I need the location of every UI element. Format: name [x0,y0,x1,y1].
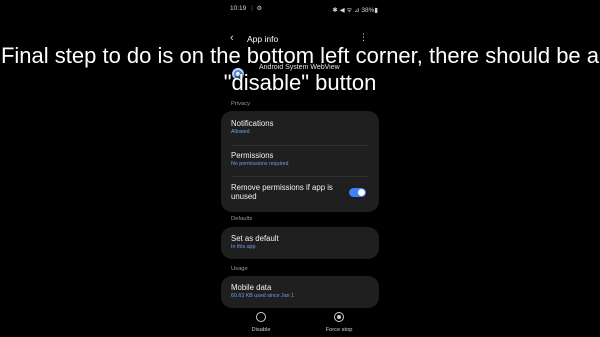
notifications-title: Notifications [231,119,274,128]
section-label-defaults: Defaults [231,216,253,222]
defaults-card: Set as default In this app [221,227,379,259]
divider [231,145,369,146]
status-bar: 10:19 ⋮ ⚙ ✱ ◀ ᯤ ⊿ 38%▮ [230,5,378,15]
status-right-icons: ✱ ◀ ᯤ ⊿ 38%▮ [332,7,378,14]
permissions-status: No permissions required [231,161,289,167]
toggle-knob [358,189,365,196]
disable-button[interactable]: Disable [236,312,286,333]
status-left-icons: ⋮ ⚙ [249,6,263,12]
remove-permissions-toggle[interactable] [349,188,366,197]
notifications-row[interactable]: Notifications Allowed [231,119,369,135]
permissions-row[interactable]: Permissions No permissions required [231,151,369,167]
status-time: 10:19 [230,5,247,12]
force-stop-icon [334,312,344,322]
permissions-title: Permissions [231,151,274,160]
force-stop-button[interactable]: Force stop [314,312,364,333]
disable-icon [256,312,266,322]
overlay-caption: Final step to do is on the bottom left c… [0,43,600,95]
force-stop-label: Force stop [325,327,353,333]
usage-card: Mobile data 60.63 KB used since Jan 1 [221,276,379,308]
mobile-data-row[interactable]: Mobile data 60.63 KB used since Jan 1 [231,283,369,299]
mobile-data-title: Mobile data [231,283,272,292]
mobile-data-usage: 60.63 KB used since Jan 1 [231,293,295,299]
set-as-default-status: In this app [231,244,256,250]
notifications-status: Allowed [231,129,250,135]
section-label-privacy: Privacy [231,101,251,107]
disable-label: Disable [251,327,271,333]
section-label-usage: Usage [231,266,248,272]
divider [231,176,369,177]
set-as-default-title: Set as default [231,234,279,243]
set-as-default-row[interactable]: Set as default In this app [231,234,369,250]
